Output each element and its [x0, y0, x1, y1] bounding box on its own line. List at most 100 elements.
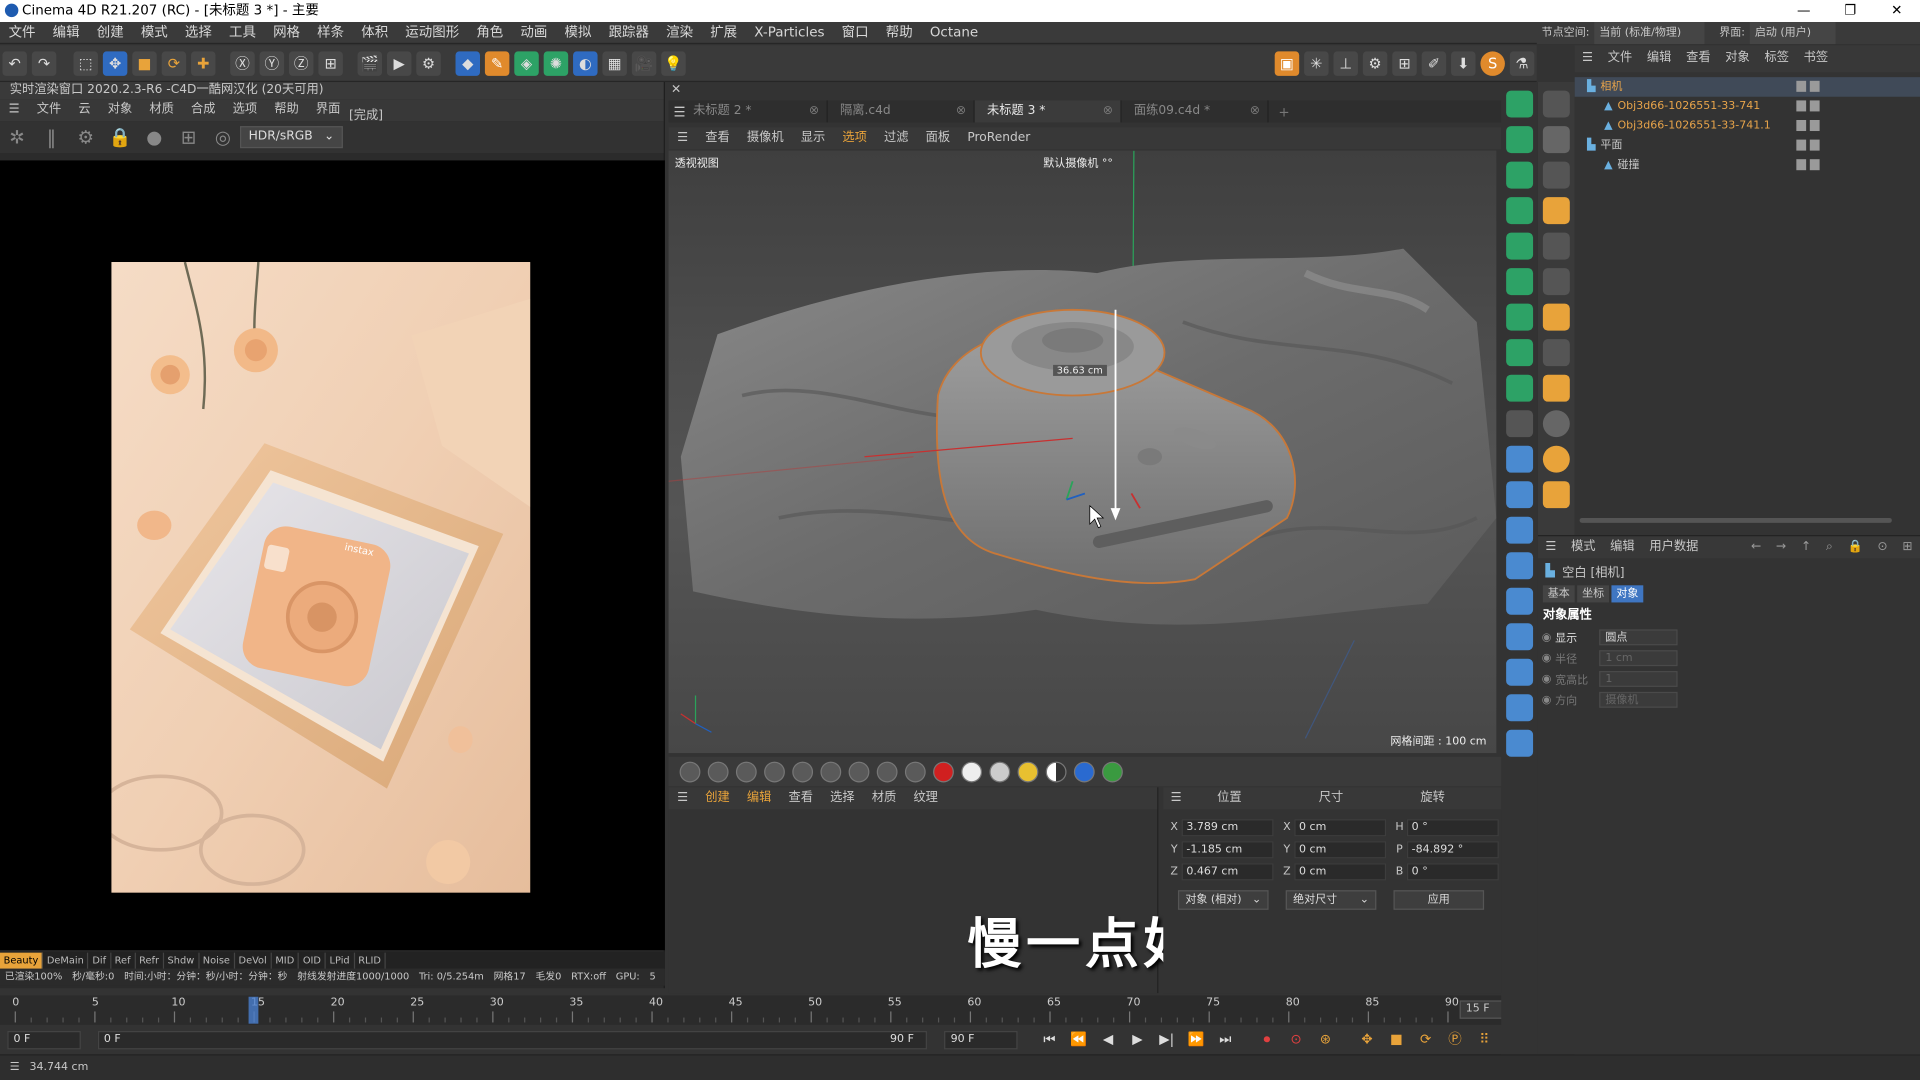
viewport-menu-item-5[interactable]: 面板 [917, 127, 959, 149]
loft-icon[interactable] [1506, 232, 1534, 260]
cylinder-icon[interactable] [1506, 481, 1534, 509]
size-mode-select[interactable]: 绝对尺寸 ⌄ [1285, 890, 1377, 910]
world-coords-icon[interactable]: ⊞ [318, 50, 343, 76]
symmetry-icon[interactable] [1506, 303, 1534, 331]
new-window-icon[interactable]: ⊞ [1895, 534, 1920, 561]
material-sphere-icon-6[interactable] [820, 761, 842, 782]
render-visibility-icon[interactable] [1809, 120, 1820, 132]
menu-item-17[interactable]: 窗口 [833, 21, 877, 43]
key-scale-icon[interactable]: ■ [1385, 1029, 1407, 1051]
key-position-icon[interactable]: ✥ [1356, 1029, 1378, 1051]
boole-icon[interactable] [1506, 268, 1534, 296]
viewport-menu-item-6[interactable]: ProRender [959, 127, 1039, 149]
object-menu-item-4[interactable]: 标签 [1757, 45, 1796, 72]
material-sphere-icon-8[interactable] [876, 761, 898, 782]
minimize-button[interactable]: — [1780, 0, 1827, 22]
menu-item-1[interactable]: 编辑 [44, 21, 88, 43]
attribute-tab-1[interactable]: 坐标 [1577, 585, 1610, 603]
auto-key-icon[interactable]: ⊙ [1285, 1029, 1307, 1051]
deformer-icon[interactable]: ◐ [573, 50, 598, 76]
texture-mode-icon[interactable] [1542, 161, 1570, 189]
visibility-icon[interactable] [1796, 159, 1807, 171]
menu-item-3[interactable]: 模式 [132, 21, 176, 43]
camera-icon[interactable]: 🎥 [631, 50, 657, 76]
transform-icon[interactable]: ✚ [191, 50, 216, 76]
animate-toggle-icon[interactable]: ◉ [1538, 631, 1555, 643]
sculpt-icon[interactable]: ⚗ [1509, 50, 1535, 76]
attribute-field-value[interactable]: 1 [1599, 671, 1678, 687]
material-menu-item-0[interactable]: 创建 [697, 787, 739, 809]
disc-icon[interactable] [1506, 552, 1534, 580]
timeline[interactable]: 051015202530354045505560657075808590 15 … [0, 995, 1537, 1025]
document-tab-3[interactable]: 面练09.c4d * ⊗ [1122, 100, 1269, 123]
material-sphere-icon-7[interactable] [848, 761, 870, 782]
visibility-icon[interactable] [1796, 100, 1807, 112]
instance-icon[interactable] [1506, 374, 1534, 402]
animate-toggle-icon[interactable]: ◉ [1538, 652, 1555, 664]
rotate-icon[interactable]: ⟳ [161, 50, 187, 76]
close-panel-icon[interactable]: ✕ [671, 83, 681, 96]
menu-item-14[interactable]: 渲染 [658, 21, 702, 43]
menu-item-16[interactable]: X-Particles [746, 21, 833, 43]
keyframe-selection-icon[interactable]: ⊛ [1315, 1029, 1337, 1051]
object-flags[interactable] [1793, 120, 1820, 132]
node-space-select[interactable]: 当前 (标准/物理) [1594, 22, 1705, 45]
plane-icon[interactable] [1506, 587, 1534, 615]
sun-icon[interactable] [1017, 761, 1039, 782]
up-icon[interactable]: ↑ [1794, 534, 1819, 561]
connect-icon[interactable] [1506, 339, 1534, 367]
position-field[interactable]: -1.185 cm [1181, 841, 1274, 859]
close-tab-icon[interactable]: ⊗ [1250, 100, 1260, 122]
next-frame-icon[interactable]: ▶| [1156, 1029, 1178, 1051]
live-viewer-menu-item-4[interactable]: 合成 [182, 99, 224, 121]
render-pass-0[interactable]: Beauty [0, 952, 44, 970]
attribute-menu-item-0[interactable]: 模式 [1564, 534, 1603, 561]
key-pla-icon[interactable]: ⠿ [1473, 1029, 1495, 1051]
points-mode-icon[interactable] [1542, 232, 1570, 260]
render-pass-5[interactable]: Shdw [164, 952, 200, 970]
object-row[interactable]: ▲ Obj3d66-1026551-33-741.1 [1575, 116, 1920, 136]
tabs-menu-icon[interactable]: ☰ [669, 103, 685, 119]
polygons-mode-icon[interactable] [1542, 303, 1570, 331]
document-tab-2[interactable]: 未标题 3 * ⊗ [974, 100, 1122, 123]
white-icon[interactable] [961, 761, 983, 782]
menu-item-19[interactable]: Octane [921, 21, 987, 43]
blue-icon[interactable] [1073, 761, 1095, 782]
add-tab-icon[interactable]: + [1269, 103, 1300, 119]
rotation-field[interactable]: -84.892 ° [1406, 841, 1499, 859]
grid-icon[interactable]: ⊞ [1392, 50, 1417, 76]
menu-item-0[interactable]: 文件 [0, 21, 44, 43]
visibility-icon[interactable] [1796, 80, 1807, 92]
axis-z-icon[interactable]: Ⓩ [288, 50, 314, 76]
cube-primitive-icon[interactable] [1506, 445, 1534, 473]
selection-icon[interactable]: ⬚ [73, 50, 98, 76]
material-menu-item-5[interactable]: 纹理 [905, 787, 947, 809]
floor-icon[interactable]: ▦ [602, 50, 627, 76]
sphere-primitive-icon[interactable] [1506, 516, 1534, 544]
render-visibility-icon[interactable] [1809, 139, 1820, 151]
menu-item-8[interactable]: 体积 [353, 21, 397, 43]
coord-mode-select[interactable]: 对象 (相对) ⌄ [1177, 890, 1269, 910]
menu-item-13[interactable]: 跟踪器 [600, 21, 658, 43]
attribute-menu-item-1[interactable]: 编辑 [1603, 534, 1642, 561]
attribute-field-value[interactable]: 1 cm [1599, 650, 1678, 667]
material-menu-item-1[interactable]: 编辑 [738, 787, 780, 809]
s-icon[interactable] [1542, 410, 1570, 438]
size-field[interactable]: 0 cm [1294, 841, 1387, 859]
next-key-icon[interactable]: ⏩ [1185, 1029, 1207, 1051]
live-viewer-menu-icon[interactable]: ☰ [0, 99, 28, 121]
range-slider[interactable]: 0 F 90 F [97, 1030, 928, 1049]
solo-icon[interactable] [1542, 481, 1570, 509]
object-row[interactable]: ▲ Obj3d66-1026551-33-741 [1575, 97, 1920, 117]
close-tab-icon[interactable]: ⊗ [809, 100, 819, 122]
live-viewer-menu-item-6[interactable]: 帮助 [266, 99, 308, 121]
render-visibility-icon[interactable] [1809, 100, 1820, 112]
material-sphere-icon-1[interactable] [679, 761, 701, 782]
render-picture-viewer-icon[interactable]: ▶ [386, 50, 412, 76]
material-sphere-icon-9[interactable] [904, 761, 926, 782]
orange-sphere-icon[interactable] [1542, 445, 1570, 473]
object-flags[interactable] [1793, 100, 1820, 112]
menu-item-11[interactable]: 动画 [512, 21, 556, 43]
menu-item-7[interactable]: 样条 [309, 21, 353, 43]
render-icon[interactable]: ✲ [5, 125, 29, 149]
